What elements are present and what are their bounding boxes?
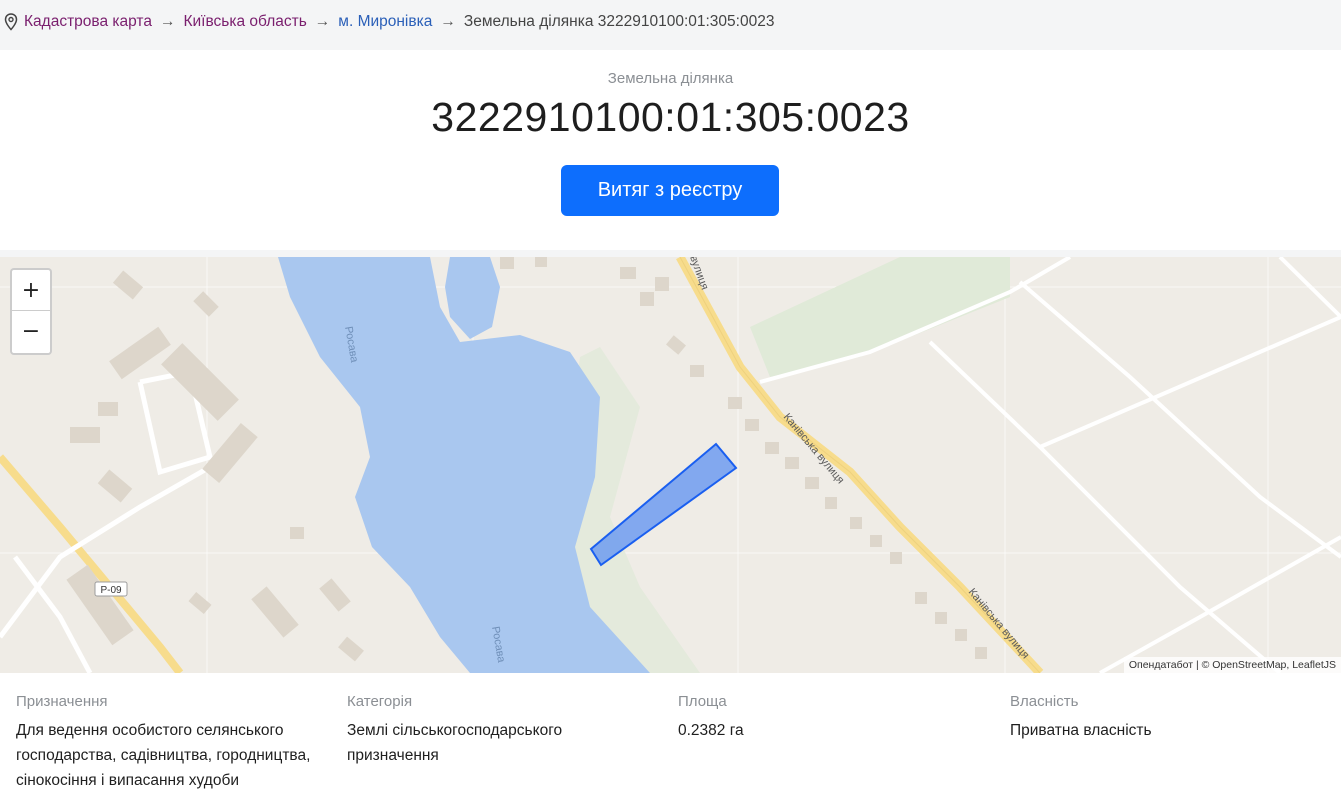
parcel-header: Земельна ділянка 3222910100:01:305:0023 … <box>0 50 1341 250</box>
breadcrumb-separator: → <box>159 13 176 30</box>
registry-extract-button[interactable]: Витяг з реєстру <box>561 165 779 216</box>
breadcrumb-link-cadastral-map[interactable]: Кадастрова карта <box>24 13 152 31</box>
property-value: 0.2382 га <box>678 722 744 739</box>
property-label: Призначення <box>16 693 108 710</box>
property-value: Для ведення особистого селянського госпо… <box>16 722 311 789</box>
parcel-label: Земельна ділянка <box>607 70 734 87</box>
breadcrumb-separator: → <box>314 13 331 30</box>
breadcrumb-separator: → <box>440 13 456 30</box>
breadcrumb: Кадастрова карта → Київська область → м.… <box>0 0 1341 44</box>
breadcrumb-link-city[interactable]: м. Миронівка <box>338 13 432 31</box>
breadcrumb-current: Земельна ділянка 3222910100:01:305:0023 <box>463 13 775 30</box>
map-pin-icon <box>4 13 18 31</box>
property-label: Категорія <box>347 693 413 710</box>
property-value: Приватна власність <box>1010 722 1152 739</box>
property-purpose: Призначення Для ведення особистого селян… <box>16 693 316 793</box>
property-area: Площа 0.2382 га <box>678 693 958 743</box>
zoom-out-button[interactable]: − <box>12 311 50 352</box>
zoom-control: + − <box>10 268 52 355</box>
map[interactable]: Росава Росава Канівська вулиця Канівська… <box>0 257 1341 673</box>
parcel-properties: Призначення Для ведення особистого селян… <box>0 673 1341 800</box>
map-tiles: Росава Росава Канівська вулиця Канівська… <box>0 257 1341 673</box>
zoom-in-button[interactable]: + <box>12 270 50 311</box>
map-attribution[interactable]: Опендатабот | © OpenStreetMap, LeafletJS <box>1123 657 1341 673</box>
property-ownership: Власність Приватна власність <box>1010 693 1310 743</box>
property-label: Власність <box>1010 693 1079 710</box>
road-shield-label: Р-09 <box>100 585 122 596</box>
breadcrumb-link-region[interactable]: Київська область <box>183 13 306 31</box>
property-category: Категорія Землі сільськогосподарського п… <box>347 693 627 768</box>
cadastral-number: 3222910100:01:305:0023 <box>431 94 910 140</box>
property-label: Площа <box>678 693 727 710</box>
property-value: Землі сільськогосподарського призначення <box>347 722 563 764</box>
